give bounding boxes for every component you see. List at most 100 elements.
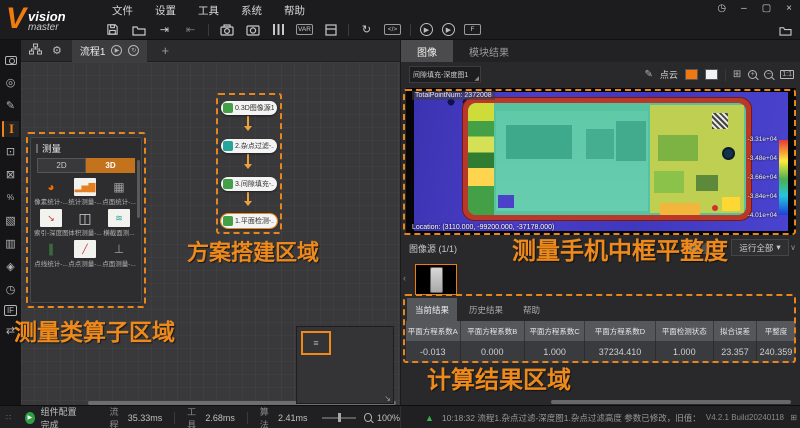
acquisition-camera-icon[interactable] — [2, 52, 19, 68]
remote-folder-icon[interactable] — [777, 22, 794, 38]
operators-title-text: 测量 — [42, 141, 61, 155]
status-divider — [174, 412, 175, 424]
menu-help[interactable]: 帮助 — [284, 3, 305, 18]
table-row[interactable]: -0.013 0.000 1.000 37234.410 1.000 23.35… — [406, 341, 796, 363]
point-color-swatch-orange[interactable] — [685, 69, 698, 80]
display-source-dropdown[interactable]: 间隙填充-深度图1◢ — [409, 66, 481, 83]
node-noise-filter[interactable]: 2.杂点过滤-... — [221, 139, 277, 153]
script-icon[interactable]: </> — [384, 24, 401, 35]
image-viewport[interactable]: -3.31e+04 -3.48e+04 -3.66e+04 -3.84e+04 … — [406, 88, 796, 235]
flow-minimap[interactable]: ≡ ↘ — [296, 326, 394, 404]
calibration-icon[interactable]: ⊠ — [2, 167, 19, 183]
deep-learning-icon[interactable]: ▥ — [2, 236, 19, 252]
menu-system[interactable]: 系统 — [241, 3, 262, 18]
node-plane-detect[interactable]: 1.平面检测-... — [221, 214, 277, 228]
run-flow-loop-icon[interactable]: ↻ — [128, 45, 139, 56]
image-processing-icon[interactable]: ✎ — [2, 98, 19, 114]
status-bar: ∷ ▶ 组件配置完成 流程 35.33ms 工具 2.68ms 算法 2.41m… — [0, 405, 800, 428]
one-to-one-icon[interactable]: 1:1 — [780, 70, 794, 79]
measurement-icon[interactable]: I — [2, 121, 19, 137]
logic-if-icon[interactable]: IF — [4, 305, 17, 316]
tab-help[interactable]: 帮助 — [515, 298, 548, 321]
tab-module-result[interactable]: 模块结果 — [453, 40, 525, 62]
fit-view-icon[interactable]: ⊞ — [733, 69, 741, 80]
run-continuous-icon[interactable]: ▶ — [442, 23, 455, 36]
menu-file[interactable]: 文件 — [112, 3, 133, 18]
col-header: 平面方程系数B — [461, 321, 525, 341]
communication-icon[interactable]: ⇄ — [2, 323, 19, 339]
minimize-icon[interactable]: – — [741, 3, 747, 14]
operator-point-point-measure[interactable]: ╱点点测量-... — [68, 240, 102, 268]
point-color-swatch-white[interactable] — [705, 69, 718, 80]
camera-icon[interactable] — [244, 22, 261, 38]
operator-index-depthmap[interactable]: ↘索引-深度图 — [34, 209, 68, 237]
image-thumbnail-selected[interactable] — [415, 264, 457, 295]
cell-coef-d: 37234.410 — [585, 341, 655, 363]
edit-pencil-icon[interactable]: ✎ — [644, 69, 652, 80]
maximize-icon[interactable]: ▢ — [762, 3, 771, 14]
operator-pixel-stats[interactable]: ◕像素统计-... — [34, 178, 68, 206]
pin-plane-icon: ⊥ — [108, 240, 130, 258]
recognition-frame-icon[interactable]: ⊡ — [2, 144, 19, 160]
run-once-icon[interactable]: ▶ — [420, 23, 433, 36]
tab-3d[interactable]: 3D — [86, 158, 135, 173]
location-target-icon[interactable]: ◎ — [2, 75, 19, 91]
logo-v-icon: V — [6, 1, 26, 37]
display-toggle[interactable] — [687, 243, 709, 254]
zoom-out-icon[interactable]: − — [764, 70, 773, 79]
save-icon[interactable] — [104, 22, 121, 38]
run-all-dropdown[interactable]: 运行全部▾ — [731, 239, 789, 256]
col-header: 拟合误差 — [714, 321, 757, 341]
close-icon[interactable]: × — [786, 3, 792, 14]
function-icon[interactable]: F — [464, 24, 481, 35]
color-processing-icon[interactable]: ◈ — [2, 259, 19, 275]
zoom-in-icon[interactable]: + — [748, 70, 757, 79]
run-flow-icon[interactable]: ▶ — [111, 45, 122, 56]
minimap-resize-icon[interactable]: ↘ — [384, 394, 391, 403]
columns-icon[interactable] — [270, 22, 287, 38]
table-hscrollbar[interactable] — [551, 400, 791, 404]
camera-settings-icon[interactable] — [218, 22, 235, 38]
tab-image[interactable]: 图像 — [401, 40, 453, 62]
add-flow-tab-button[interactable]: + — [161, 43, 169, 58]
defect-detect-icon[interactable]: ▧ — [2, 213, 19, 229]
operator-point-line-stats[interactable]: ∥点线统计-... — [34, 240, 68, 268]
menu-tools[interactable]: 工具 — [198, 3, 219, 18]
magnifier-icon[interactable] — [364, 413, 372, 422]
status-drag-handle[interactable]: ∷ — [6, 413, 11, 422]
operator-point-plane-stats[interactable]: ▦点面统计-... — [102, 178, 136, 206]
module-icon[interactable] — [322, 22, 339, 38]
strip-expand-icon[interactable]: ‹ — [403, 273, 406, 283]
minimap-viewport[interactable]: ≡ — [301, 331, 331, 355]
node-3d-image-source[interactable]: 0.3D图像源1 — [221, 101, 277, 115]
tab-flow-1[interactable]: 流程1 ▶ ↻ — [72, 40, 148, 62]
export-icon[interactable]: ⇤ — [182, 22, 199, 38]
operator-point-plane-measure[interactable]: ⊥点面测量-... — [102, 240, 136, 268]
operators-panel: 测量 2D 3D ◕像素统计-... ▂▅▇统计测量-... ▦点面统计-...… — [30, 137, 142, 303]
flowchart-icon[interactable] — [29, 43, 42, 58]
cursor-location-overlay: Location: (3110.000, -99200.000, -37178.… — [412, 224, 554, 231]
menu-settings[interactable]: 设置 — [155, 3, 176, 18]
tab-current-result[interactable]: 当前结果 — [407, 298, 457, 321]
operators-scrollbar[interactable] — [137, 160, 140, 218]
import-icon[interactable]: ⇥ — [156, 22, 173, 38]
alignment-icon[interactable]: % — [2, 190, 19, 206]
timer-icon[interactable]: ◷ — [717, 3, 726, 14]
node-gap-fill[interactable]: 3.间隙填充-... — [221, 177, 277, 191]
panel-drag-handle[interactable] — [36, 144, 38, 153]
collapse-chevron-icon[interactable]: ∨ — [790, 243, 796, 252]
refresh-icon[interactable]: ↻ — [358, 22, 375, 38]
operator-stat-measure[interactable]: ▂▅▇统计测量-... — [68, 178, 102, 206]
wrench-icon[interactable]: ⚙ — [52, 44, 62, 57]
operator-cross-section[interactable]: ≋横截面测... — [102, 209, 136, 237]
tab-2d[interactable]: 2D — [37, 158, 86, 173]
tab-history-result[interactable]: 历史结果 — [461, 298, 511, 321]
image-source-icon — [223, 103, 233, 113]
timing-icon[interactable]: ◷ — [2, 282, 19, 298]
open-folder-icon[interactable] — [130, 22, 147, 38]
canvas-zoom-slider[interactable] — [322, 417, 357, 419]
status-grid-icon[interactable]: ⊞ — [790, 413, 797, 422]
slider-handle[interactable] — [338, 413, 341, 422]
operator-volume-measure[interactable]: ◫体积测量-... — [68, 209, 102, 237]
variables-icon[interactable]: VAR — [296, 24, 313, 35]
